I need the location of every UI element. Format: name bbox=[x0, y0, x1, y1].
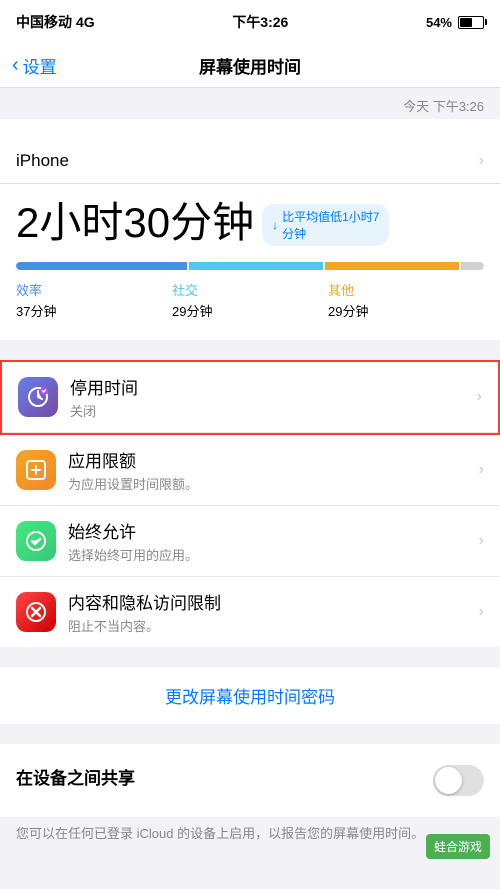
iphone-row[interactable]: iPhone › bbox=[0, 139, 500, 184]
change-password-link[interactable]: 更改屏幕使用时间密码 bbox=[16, 683, 484, 708]
content-icon bbox=[16, 592, 56, 632]
rest-bar bbox=[461, 262, 484, 270]
watermark-text: 蛙合游戏 bbox=[434, 840, 482, 854]
iphone-label: iPhone bbox=[16, 151, 69, 171]
back-arrow-icon: ‹ bbox=[12, 55, 19, 75]
downtime-chevron-icon: › bbox=[477, 388, 482, 406]
list-item-downtime[interactable]: 停用时间 关闭 › bbox=[2, 362, 498, 433]
applimit-text: 应用限额 为应用设置时间限额。 bbox=[68, 447, 471, 493]
status-right: 54% bbox=[426, 15, 484, 30]
comparison-badge: ↓ 比平均值低1小时7分钟 bbox=[262, 204, 389, 246]
share-toggle-row: 在设备之间共享 bbox=[16, 760, 484, 801]
stat-efficiency: 效率 37分钟 bbox=[16, 280, 172, 320]
always-icon bbox=[16, 521, 56, 561]
settings-list: 停用时间 关闭 › 应用限额 为应用设置时间限额。 › bbox=[0, 360, 500, 647]
list-item-always[interactable]: 始终允许 选择始终可用的应用。 › bbox=[0, 506, 500, 577]
list-item-applimit[interactable]: 应用限额 为应用设置时间限额。 › bbox=[0, 435, 500, 506]
stats-breakdown: 效率 37分钟 社交 29分钟 其他 29分钟 bbox=[16, 280, 484, 320]
category-social-label: 社交 bbox=[172, 280, 328, 299]
toggle-knob bbox=[435, 767, 462, 794]
main-content: 今天 下午3:26 iPhone › 2小时30分钟 ↓ 比平均值低1小时7分钟… bbox=[0, 88, 500, 889]
share-desc-text: 您可以在任何已登录 iCloud 的设备上启用，以报告您的屏幕使用时间。 bbox=[16, 826, 424, 841]
category-other-time: 29分钟 bbox=[328, 301, 484, 320]
applimit-title: 应用限额 bbox=[68, 447, 471, 472]
time-row: 2小时30分钟 ↓ 比平均值低1小时7分钟 bbox=[16, 200, 484, 250]
efficiency-bar bbox=[16, 262, 187, 270]
content-subtitle: 阻止不当内容。 bbox=[68, 616, 471, 635]
carrier-label: 中国移动 bbox=[16, 12, 72, 32]
downtime-text: 停用时间 关闭 bbox=[70, 374, 469, 420]
back-button[interactable]: ‹ 设置 bbox=[12, 53, 57, 78]
stats-section: 2小时30分钟 ↓ 比平均值低1小时7分钟 效率 37分钟 社交 29分钟 bbox=[0, 184, 500, 340]
other-bar bbox=[325, 262, 459, 270]
battery-percent: 54% bbox=[426, 15, 452, 30]
share-section-container: 在设备之间共享 您可以在任何已登录 iCloud 的设备上启用，以报告您的屏幕使… bbox=[0, 744, 500, 851]
applimit-subtitle: 为应用设置时间限额。 bbox=[68, 474, 471, 493]
comparison-icon: ↓ bbox=[272, 218, 278, 232]
comparison-text: 比平均值低1小时7分钟 bbox=[282, 208, 379, 242]
category-efficiency-time: 37分钟 bbox=[16, 301, 172, 320]
downtime-subtitle: 关闭 bbox=[70, 401, 469, 420]
usage-progress-bar bbox=[16, 262, 484, 270]
share-toggle[interactable] bbox=[433, 765, 484, 796]
battery-icon bbox=[458, 16, 484, 29]
highlighted-border: 停用时间 关闭 › bbox=[0, 360, 500, 435]
change-password-section: 更改屏幕使用时间密码 bbox=[0, 667, 500, 724]
share-title: 在设备之间共享 bbox=[16, 764, 135, 789]
downtime-title: 停用时间 bbox=[70, 374, 469, 399]
applimit-icon bbox=[16, 450, 56, 490]
page-title: 屏幕使用时间 bbox=[199, 53, 301, 78]
social-bar bbox=[189, 262, 323, 270]
share-section: 在设备之间共享 bbox=[0, 744, 500, 817]
always-subtitle: 选择始终可用的应用。 bbox=[68, 545, 471, 564]
iphone-section: 今天 下午3:26 iPhone › bbox=[0, 88, 500, 184]
always-title: 始终允许 bbox=[68, 518, 471, 543]
list-item-content[interactable]: 内容和隐私访问限制 阻止不当内容。 › bbox=[0, 577, 500, 647]
always-chevron-icon: › bbox=[479, 532, 484, 550]
always-text: 始终允许 选择始终可用的应用。 bbox=[68, 518, 471, 564]
stat-other: 其他 29分钟 bbox=[328, 280, 484, 320]
network-label: 4G bbox=[76, 14, 95, 30]
watermark: 蛙合游戏 bbox=[426, 834, 490, 859]
content-title: 内容和隐私访问限制 bbox=[68, 589, 471, 614]
status-bar: 中国移动 4G 下午3:26 54% bbox=[0, 0, 500, 44]
battery-fill bbox=[460, 18, 472, 27]
downtime-icon bbox=[18, 377, 58, 417]
category-efficiency-label: 效率 bbox=[16, 280, 172, 299]
applimit-chevron-icon: › bbox=[479, 461, 484, 479]
status-left: 中国移动 4G bbox=[16, 12, 95, 32]
content-chevron-icon: › bbox=[479, 603, 484, 621]
content-text: 内容和隐私访问限制 阻止不当内容。 bbox=[68, 589, 471, 635]
stat-social: 社交 29分钟 bbox=[172, 280, 328, 320]
category-social-time: 29分钟 bbox=[172, 301, 328, 320]
back-label: 设置 bbox=[23, 53, 57, 78]
category-other-label: 其他 bbox=[328, 280, 484, 299]
navigation-bar: ‹ 设置 屏幕使用时间 bbox=[0, 44, 500, 88]
status-time: 下午3:26 bbox=[232, 12, 288, 32]
total-time: 2小时30分钟 bbox=[16, 200, 254, 246]
iphone-chevron-icon: › bbox=[479, 152, 484, 170]
stats-date-label: 今天 下午3:26 bbox=[403, 96, 484, 115]
